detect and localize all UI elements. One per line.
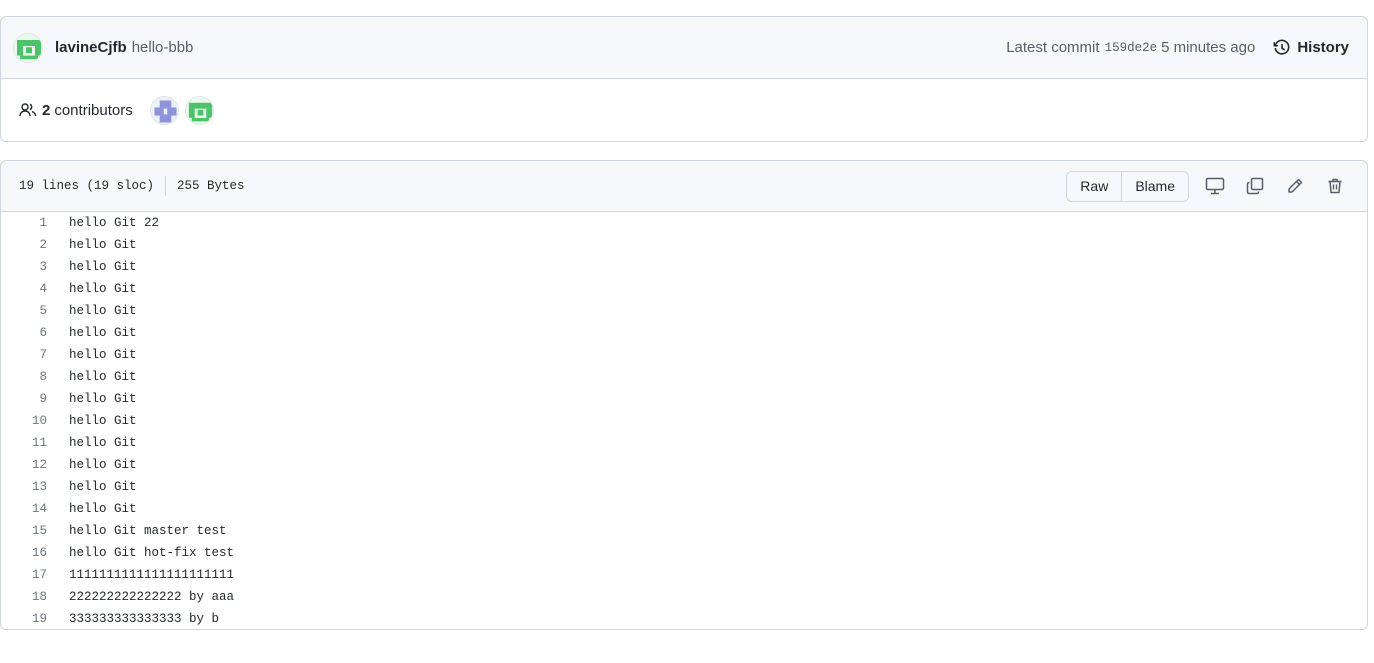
line-number[interactable]: 16 — [1, 546, 47, 560]
history-label: History — [1297, 39, 1349, 56]
code-line: 5 hello Git — [1, 300, 1367, 322]
identicon-green-icon — [14, 33, 42, 62]
contributors-row: 2 contributors — [1, 79, 1367, 141]
blame-button[interactable]: Blame — [1121, 171, 1188, 201]
line-content: hello Git — [69, 392, 137, 406]
line-content: 333333333333333 by b — [69, 612, 220, 626]
commit-header: lavineCjfb hello-bbb Latest commit 159de… — [1, 17, 1367, 79]
code-line: 1 hello Git 22 — [1, 212, 1367, 234]
history-button[interactable]: History — [1273, 39, 1349, 57]
line-number[interactable]: 19 — [1, 612, 47, 626]
line-content: hello Git — [69, 326, 137, 340]
commit-sha-link[interactable]: 159de2e — [1105, 41, 1158, 55]
copy-icon — [1246, 177, 1264, 195]
file-size: 255 Bytes — [177, 179, 245, 193]
contributor-avatars — [149, 95, 214, 125]
code-line: 18 222222222222222 by aaa — [1, 586, 1367, 608]
line-content: hello Git — [69, 238, 137, 252]
line-number[interactable]: 13 — [1, 480, 47, 494]
identicon-green-icon — [185, 96, 213, 124]
line-number[interactable]: 15 — [1, 524, 47, 538]
line-number[interactable]: 11 — [1, 436, 47, 450]
trash-icon — [1328, 178, 1342, 194]
code-line: 4 hello Git — [1, 278, 1367, 300]
line-content: 1111111111111111111111 — [69, 568, 235, 582]
line-number[interactable]: 8 — [1, 370, 47, 384]
line-number[interactable]: 10 — [1, 414, 47, 428]
contributors-label[interactable]: contributors — [54, 102, 132, 119]
code-line: 10 hello Git — [1, 410, 1367, 432]
line-content: hello Git — [69, 436, 137, 450]
file-lines-info: 19 lines (19 sloc) — [19, 179, 155, 193]
line-number[interactable]: 5 — [1, 304, 47, 318]
line-content: hello Git 22 — [69, 216, 160, 230]
code-line: 15 hello Git master test — [1, 520, 1367, 542]
file-header: 19 lines (19 sloc) 255 Bytes Raw Blame — [1, 161, 1367, 212]
line-number[interactable]: 7 — [1, 348, 47, 362]
history-icon — [1273, 39, 1290, 55]
commit-message-link[interactable]: hello-bbb — [132, 39, 194, 56]
line-number[interactable]: 4 — [1, 282, 47, 296]
file-viewer: 19 lines (19 sloc) 255 Bytes Raw Blame 1… — [0, 160, 1368, 630]
code-line: 17 1111111111111111111111 — [1, 564, 1367, 586]
code-line: 6 hello Git — [1, 322, 1367, 344]
code-line: 12 hello Git — [1, 454, 1367, 476]
line-content: hello Git hot-fix test — [69, 546, 235, 560]
line-content: hello Git — [69, 348, 137, 362]
divider — [165, 176, 167, 196]
raw-button[interactable]: Raw — [1067, 171, 1122, 201]
line-content: hello Git — [69, 282, 137, 296]
edit-button[interactable] — [1275, 170, 1315, 202]
identicon-blue-icon — [150, 96, 178, 124]
code-line: 8 hello Git — [1, 366, 1367, 388]
raw-blame-group: Raw Blame — [1066, 170, 1189, 202]
code-line: 9 hello Git — [1, 388, 1367, 410]
people-icon — [19, 103, 37, 117]
author-avatar[interactable] — [13, 32, 43, 63]
contributor-avatar[interactable] — [149, 95, 179, 125]
line-number[interactable]: 17 — [1, 568, 47, 582]
line-number[interactable]: 1 — [1, 216, 47, 230]
line-content: hello Git — [69, 502, 137, 516]
line-content: hello Git — [69, 260, 137, 274]
commit-author-link[interactable]: lavineCjfb — [55, 39, 127, 56]
code-line: 19 333333333333333 by b — [1, 608, 1367, 630]
line-number[interactable]: 6 — [1, 326, 47, 340]
line-number[interactable]: 9 — [1, 392, 47, 406]
code-view: 1 hello Git 22 2 hello Git 3 hello Git 4… — [1, 212, 1367, 630]
line-content: hello Git — [69, 480, 137, 494]
line-content: 222222222222222 by aaa — [69, 590, 235, 604]
open-desktop-button[interactable] — [1195, 170, 1235, 202]
line-number[interactable]: 3 — [1, 260, 47, 274]
code-line: 3 hello Git — [1, 256, 1367, 278]
code-line: 13 hello Git — [1, 476, 1367, 498]
file-actions — [1195, 170, 1355, 202]
line-number[interactable]: 2 — [1, 238, 47, 252]
contributors-count[interactable]: 2 — [42, 102, 50, 119]
latest-commit-label: Latest commit — [1006, 39, 1100, 56]
code-line: 11 hello Git — [1, 432, 1367, 454]
code-line: 16 hello Git hot-fix test — [1, 542, 1367, 564]
line-content: hello Git — [69, 414, 137, 428]
line-content: hello Git — [69, 458, 137, 472]
line-number[interactable]: 14 — [1, 502, 47, 516]
line-content: hello Git master test — [69, 524, 227, 538]
code-line: 2 hello Git — [1, 234, 1367, 256]
delete-button[interactable] — [1315, 170, 1355, 202]
code-line: 14 hello Git — [1, 498, 1367, 520]
latest-commit-box: lavineCjfb hello-bbb Latest commit 159de… — [0, 16, 1368, 142]
copy-button[interactable] — [1235, 170, 1275, 202]
contributor-avatar[interactable] — [184, 95, 214, 125]
commit-time-ago: 5 minutes ago — [1161, 39, 1256, 56]
line-content: hello Git — [69, 304, 137, 318]
pencil-icon — [1288, 178, 1303, 193]
line-content: hello Git — [69, 370, 137, 384]
line-number[interactable]: 12 — [1, 458, 47, 472]
desktop-icon — [1205, 177, 1225, 195]
line-number[interactable]: 18 — [1, 590, 47, 604]
code-line: 7 hello Git — [1, 344, 1367, 366]
